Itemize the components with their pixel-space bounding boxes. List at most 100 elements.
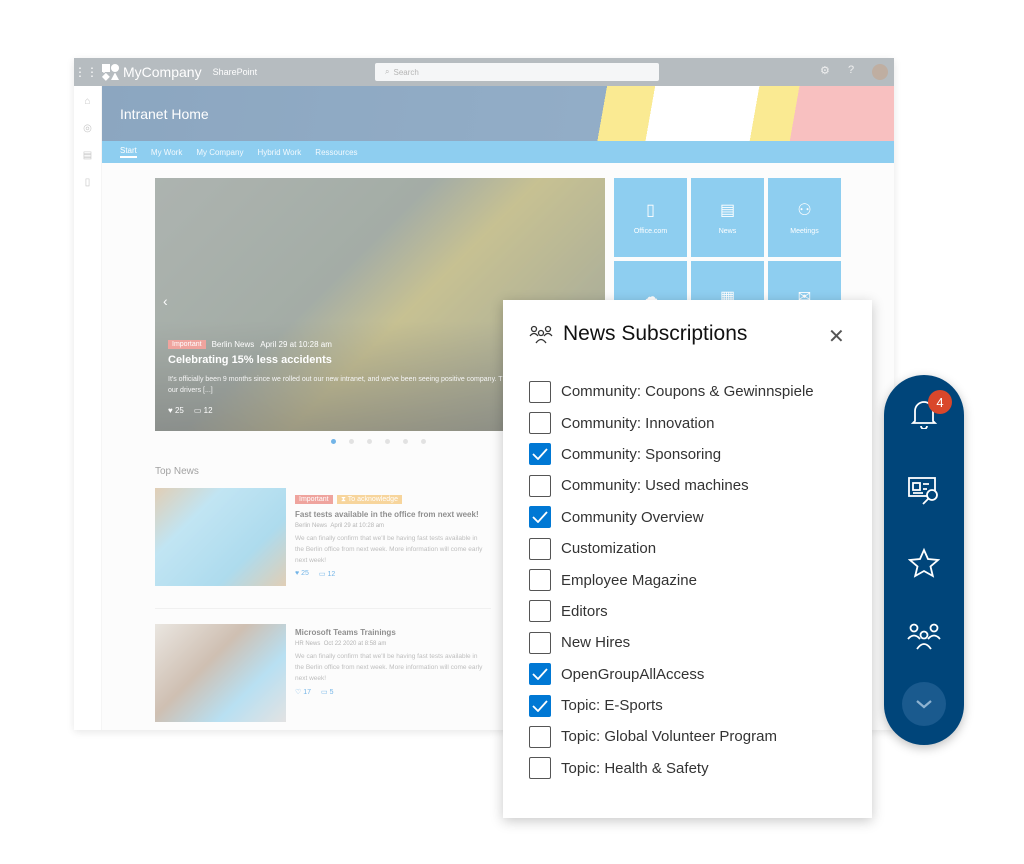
news-date: April 29 at 10:28 am — [330, 523, 385, 529]
quick-link-tile[interactable]: ⚇ Meetings — [768, 178, 841, 257]
home-icon[interactable]: ⌂ — [74, 96, 101, 113]
people-icon[interactable] — [906, 618, 942, 654]
checkbox[interactable] — [529, 443, 551, 466]
logo[interactable]: MyCompany SharePoint — [102, 64, 257, 81]
subscription-item[interactable]: Community: Used machines — [529, 470, 814, 501]
subscription-item[interactable]: Editors — [529, 596, 814, 627]
checkmark-icon — [532, 699, 548, 712]
office-icon: ▯ — [646, 202, 655, 219]
like-icon[interactable]: ♡ 17 — [295, 688, 311, 696]
subscription-label: Community: Innovation — [561, 414, 715, 432]
subscription-label: Community: Coupons & Gewinnspiele — [561, 383, 814, 401]
top-news-heading: Top News — [155, 466, 199, 477]
checkbox[interactable] — [529, 380, 551, 403]
subscription-item[interactable]: Community: Sponsoring — [529, 439, 814, 470]
checkbox[interactable] — [529, 474, 551, 497]
nav-start[interactable]: Start — [120, 146, 137, 158]
carousel-dot[interactable] — [385, 439, 390, 444]
carousel-dot[interactable] — [403, 439, 408, 444]
subscription-label: Topic: Global Volunteer Program — [561, 728, 777, 746]
newspaper-icon: ▤ — [719, 202, 736, 219]
subscription-item[interactable]: Topic: E-Sports — [529, 690, 814, 721]
checkbox[interactable] — [529, 757, 551, 780]
comment-icon[interactable]: ▭ 12 — [319, 570, 335, 578]
close-icon[interactable]: ✕ — [828, 324, 845, 349]
search-input[interactable]: ⌕ Search — [375, 63, 659, 81]
nav-ressources[interactable]: Ressources — [315, 148, 357, 157]
subscription-item[interactable]: Employee Magazine — [529, 564, 814, 595]
checkbox[interactable] — [529, 569, 551, 592]
site-banner: Intranet Home — [102, 86, 894, 141]
subscription-label: Employee Magazine — [561, 571, 697, 589]
acknowledge-tag: ⧗ To acknowledge — [337, 495, 402, 504]
nav-my-work[interactable]: My Work — [151, 148, 182, 157]
subscription-label: Customization — [561, 540, 657, 558]
subscription-label: New Hires — [561, 634, 631, 652]
checkbox[interactable] — [529, 631, 551, 654]
news-comments: 5 — [329, 689, 334, 696]
subscription-label: Topic: Health & Safety — [561, 759, 709, 777]
document-icon[interactable]: ▯ — [74, 177, 101, 194]
subscription-item[interactable]: OpenGroupAllAccess — [529, 659, 814, 690]
nav-hybrid-work[interactable]: Hybrid Work — [257, 148, 301, 157]
subscription-item[interactable]: Community: Innovation — [529, 407, 814, 438]
checkbox[interactable] — [529, 663, 551, 686]
app-launcher-icon[interactable]: ⋮⋮⋮ — [74, 65, 110, 79]
important-tag: Important — [295, 495, 333, 504]
news-thumbnail — [155, 624, 286, 722]
tile-label: News — [718, 228, 737, 235]
subscription-label: Community: Used machines — [561, 477, 749, 495]
checkbox[interactable] — [529, 537, 551, 560]
checkmark-icon — [532, 511, 548, 524]
news-icon[interactable]: ▤ — [74, 150, 101, 167]
checkbox[interactable] — [529, 600, 551, 623]
search-placeholder: Search — [393, 67, 419, 77]
checkmark-icon — [532, 668, 548, 681]
subscription-item[interactable]: Customization — [529, 533, 814, 564]
people-icon: ⚇ — [797, 202, 812, 219]
checkbox[interactable] — [529, 694, 551, 717]
carousel-dot[interactable] — [349, 439, 354, 444]
carousel-dot[interactable] — [421, 439, 426, 444]
subscription-item[interactable]: Community Overview — [529, 502, 814, 533]
gear-icon[interactable]: ⚙ — [820, 64, 830, 77]
news-source: Berlin News — [295, 523, 328, 529]
checkbox[interactable] — [529, 412, 551, 435]
subscription-item[interactable]: New Hires — [529, 627, 814, 658]
avatar[interactable] — [872, 64, 888, 80]
chevron-left-icon[interactable]: ‹ — [163, 293, 168, 309]
star-icon[interactable] — [906, 545, 942, 581]
subscription-list: Community: Coupons & Gewinnspiele Communi… — [529, 376, 814, 784]
hero-title[interactable]: Celebrating 15% less accidents — [168, 354, 332, 366]
acknowledge-label: To acknowledge — [347, 496, 398, 503]
suite-bar: ⋮⋮⋮ MyCompany SharePoint ⌕ Search ⚙ ? — [74, 58, 894, 86]
news-likes: 25 — [301, 570, 309, 577]
news-title[interactable]: Fast tests available in the office from … — [295, 509, 485, 521]
carousel-dot[interactable] — [367, 439, 372, 444]
news-body: We can finally confirm that we'll be hav… — [295, 535, 483, 564]
action-rail: 4 — [884, 375, 964, 745]
news-title[interactable]: Microsoft Teams Trainings — [295, 627, 485, 639]
globe-icon[interactable]: ◎ — [74, 123, 101, 140]
like-icon[interactable]: ♥ 25 — [168, 406, 184, 415]
nav-my-company[interactable]: My Company — [196, 148, 243, 157]
important-tag: Important — [168, 340, 206, 349]
quick-link-tile[interactable]: ▯ Office.com — [614, 178, 687, 257]
quick-link-tile[interactable]: ▤ News — [691, 178, 764, 257]
news-search-icon[interactable] — [906, 472, 942, 508]
carousel-dot[interactable] — [331, 439, 336, 444]
news-thumbnail — [155, 488, 286, 586]
subscription-item[interactable]: Topic: Health & Safety — [529, 753, 814, 784]
subscription-item[interactable]: Community: Coupons & Gewinnspiele — [529, 376, 814, 407]
help-icon[interactable]: ? — [848, 64, 854, 76]
people-icon — [529, 325, 553, 344]
checkbox[interactable] — [529, 725, 551, 748]
like-icon[interactable]: ♥ 25 — [295, 570, 309, 578]
comment-icon[interactable]: ▭ 5 — [321, 688, 333, 696]
subscription-item[interactable]: Topic: Global Volunteer Program — [529, 721, 814, 752]
checkbox[interactable] — [529, 506, 551, 529]
checkmark-icon — [532, 448, 548, 461]
subscription-label: Community Overview — [561, 508, 704, 526]
chevron-down-button[interactable] — [902, 682, 946, 726]
comment-icon[interactable]: ▭ 12 — [194, 406, 213, 415]
